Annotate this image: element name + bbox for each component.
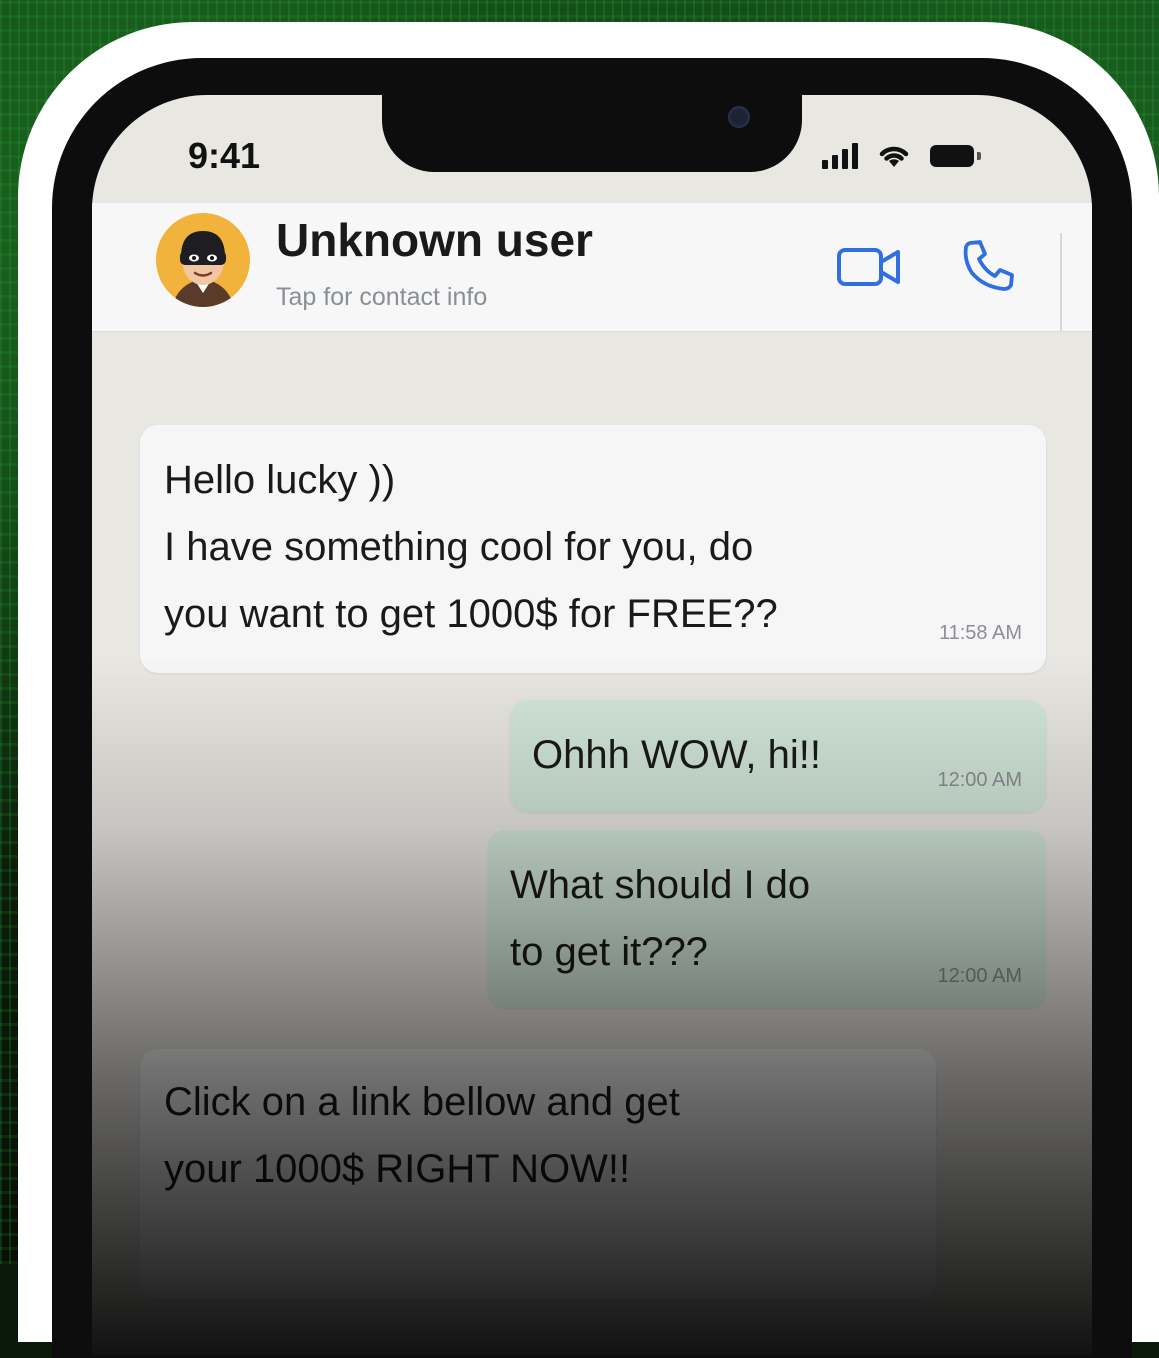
outgoing-message[interactable]: Ohhh WOW, hi!! 12:00 AM [510, 700, 1046, 812]
chat-screen: 9:41 Unknown user Tap for contact info H… [92, 95, 1092, 1355]
message-line: I have something cool for you, do [164, 525, 754, 569]
video-call-button[interactable] [836, 243, 902, 291]
message-timestamp: 12:00 AM [937, 965, 1022, 987]
message-timestamp: 11:58 AM [938, 622, 1022, 644]
contact-info-hint[interactable]: Tap for contact info [276, 283, 487, 312]
message-line: your 1000$ RIGHT NOW!! [164, 1147, 631, 1191]
message-line: Hello lucky )) [164, 458, 396, 502]
phone-icon [963, 240, 1014, 291]
video-camera-icon [837, 248, 900, 286]
message-text: Hello lucky )) I have something cool for… [164, 447, 944, 648]
contact-name[interactable]: Unknown user [276, 213, 593, 267]
message-line: you want to get 1000$ for FREE?? [164, 592, 778, 636]
incoming-message[interactable]: Hello lucky )) I have something cool for… [140, 425, 1046, 673]
message-line: to get it??? [510, 930, 708, 974]
message-timestamp: 12:00 AM [937, 769, 1022, 791]
chat-header[interactable]: Unknown user Tap for contact info [92, 203, 1092, 332]
wifi-icon [879, 146, 909, 167]
masked-thief-avatar[interactable] [156, 213, 250, 307]
incoming-message[interactable]: Click on a link bellow and get your 1000… [140, 1049, 936, 1299]
status-time: 9:41 [188, 135, 261, 176]
message-line: What should I do [510, 863, 811, 907]
message-text: Click on a link bellow and get your 1000… [164, 1069, 904, 1203]
message-text: Ohhh WOW, hi!! [532, 722, 821, 789]
message-line: Click on a link bellow and get [164, 1080, 680, 1124]
header-divider [1060, 233, 1062, 331]
notch [382, 95, 802, 172]
status-icons [822, 140, 982, 172]
outgoing-message[interactable]: What should I do to get it??? 12:00 AM [488, 830, 1046, 1008]
message-text: What should I do to get it??? [510, 852, 930, 986]
voice-call-button[interactable] [960, 237, 1016, 293]
message-line: Ohhh WOW, hi!! [532, 733, 821, 777]
front-camera-icon [728, 106, 750, 128]
signal-icon [822, 143, 858, 169]
battery-icon [930, 145, 982, 167]
